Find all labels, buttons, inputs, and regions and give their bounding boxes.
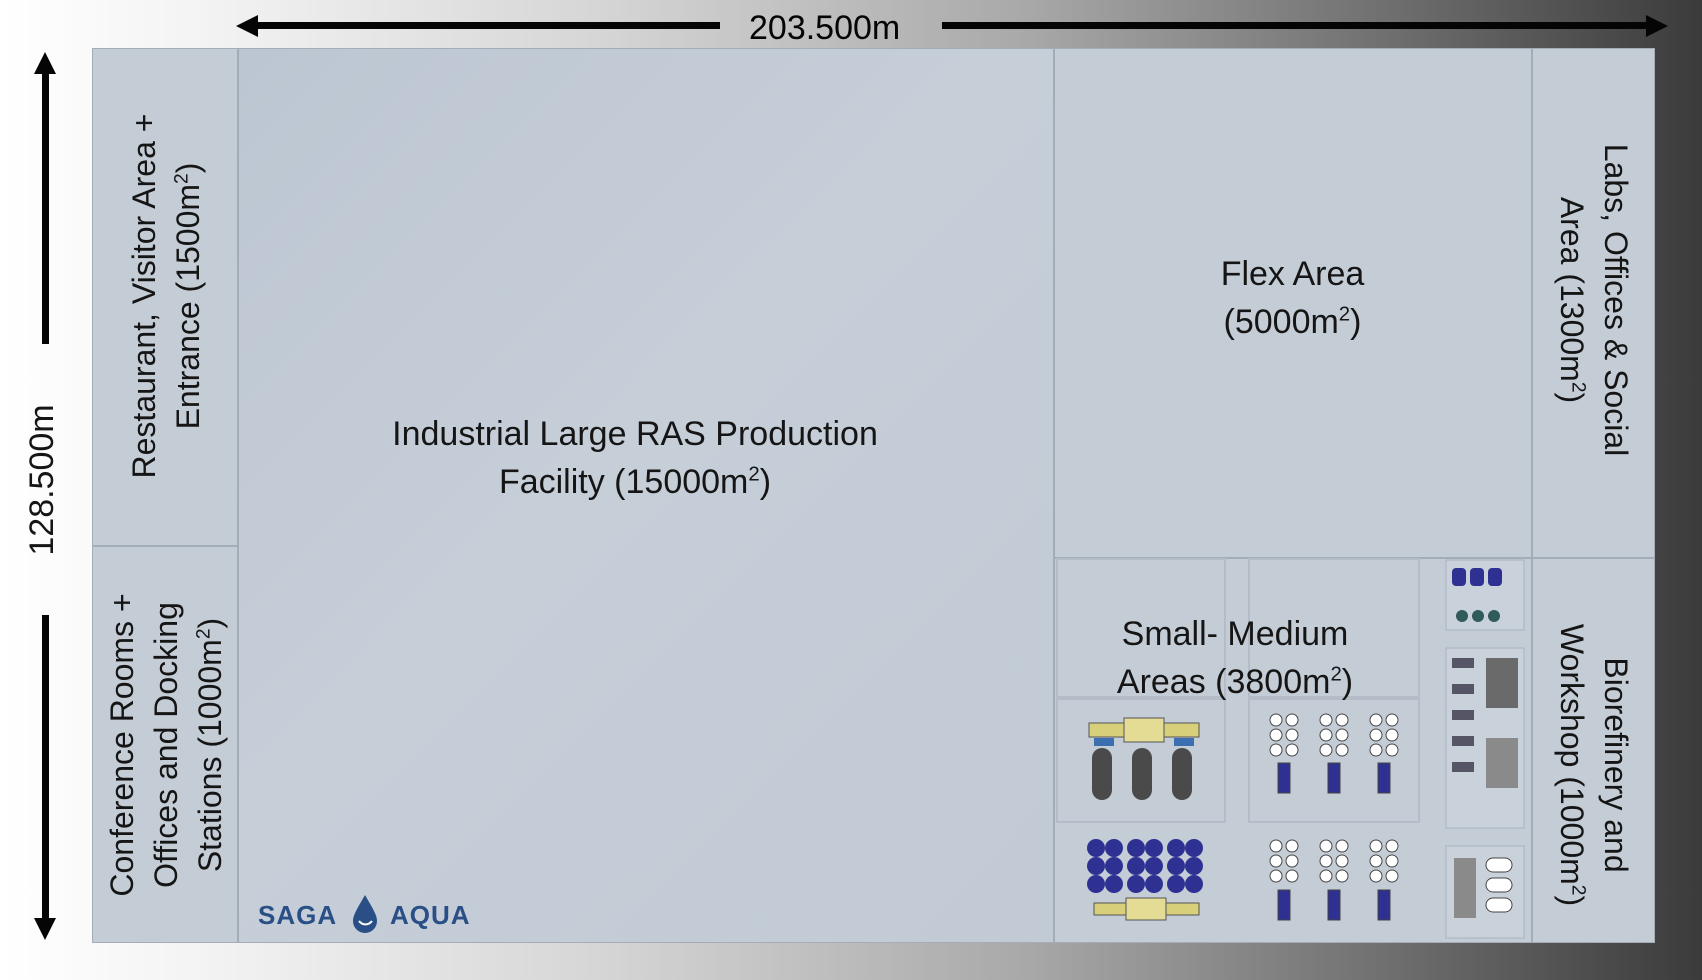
industrial-label-line2: Facility (15000m2) (498, 463, 772, 501)
equipment-drawings (1087, 559, 1525, 939)
restaurant-label-line2: Entrance (1500m2) (170, 162, 206, 430)
industrial-label-line1: Industrial Large RAS Production (392, 415, 878, 453)
width-arrow-left-line (250, 22, 720, 29)
labs-label-line2: Area (1300m2) (1554, 196, 1590, 404)
restaurant-label-line1: Restaurant, Visitor Area + (126, 113, 162, 479)
biorefinery-label-line1: Biorefinery and (1598, 657, 1634, 873)
biorefinery-label-line2: Workshop (1000m2) (1554, 623, 1590, 907)
flex-label-line2: (5000m2) (1223, 303, 1362, 341)
water-drop-icon (353, 895, 377, 933)
blue-tank-cluster (1087, 839, 1203, 921)
width-label: 203.500m (749, 9, 901, 47)
conference-label-line1: Conference Rooms + (104, 593, 140, 897)
labs-label-line1: Labs, Offices & Social (1598, 143, 1634, 457)
biorefinery-label: Biorefinery and Workshop (1000m2) (1550, 624, 1638, 906)
logo-text-left: SAGA (258, 900, 338, 930)
height-label: 128.500m (23, 404, 61, 556)
height-arrow-bottom-line (42, 615, 49, 929)
tank-pump-array-bottom (1269, 839, 1399, 921)
height-arrow-top-line (42, 66, 49, 344)
flex-label: Flex Area (5000m2) (1100, 250, 1485, 346)
flex-label-line1: Flex Area (1220, 255, 1365, 293)
tank-pump-array-top (1269, 713, 1399, 794)
logo-text-right: AQUA (390, 900, 471, 930)
tank-gantry-top (1088, 717, 1200, 800)
narrow-column-equipment (1445, 559, 1525, 939)
width-arrow-right-line (942, 22, 1654, 29)
labs-label: Labs, Offices & Social Area (1300m2) (1550, 144, 1638, 456)
conference-label-line2: Offices and Docking (148, 602, 184, 888)
restaurant-label: Restaurant, Visitor Area + Entrance (150… (122, 114, 210, 479)
industrial-label: Industrial Large RAS Production Facility… (330, 410, 940, 506)
conference-label-line3: Stations (1000m2) (192, 617, 228, 873)
conference-label: Conference Rooms + Offices and Docking S… (100, 593, 232, 896)
